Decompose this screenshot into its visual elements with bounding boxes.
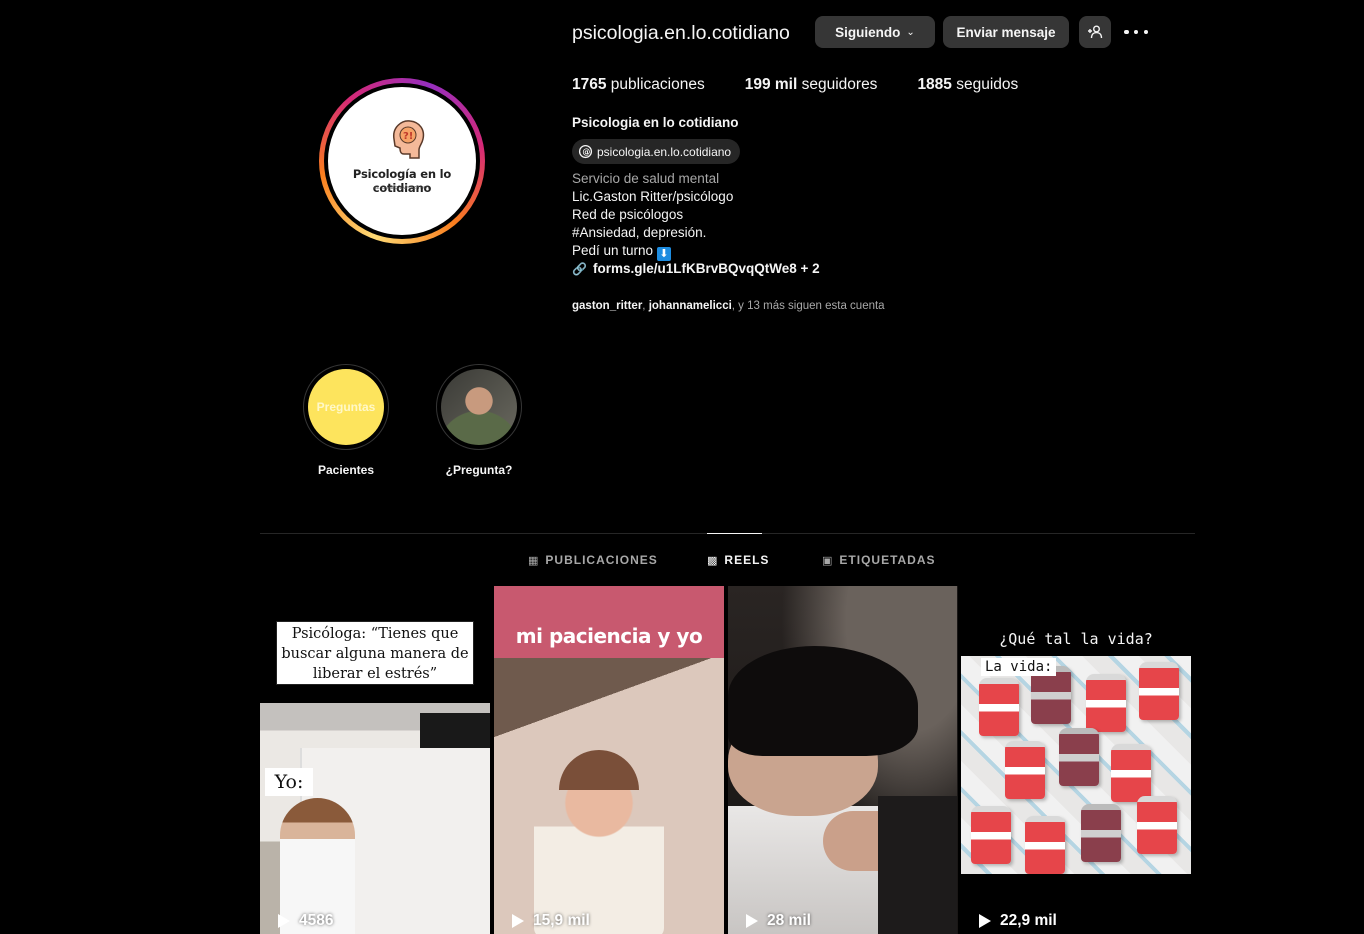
tab-label: ETIQUETADAS	[839, 553, 936, 567]
profile-stats: 1765 publicaciones 199 mil seguidores 18…	[572, 76, 1058, 94]
highlight-ring	[436, 364, 522, 450]
reel-view-count: 28 mil	[746, 912, 811, 930]
threads-icon: @	[578, 144, 593, 159]
suggest-people-button[interactable]	[1079, 16, 1111, 48]
tab-label: PUBLICACIONES	[545, 553, 658, 567]
play-icon	[746, 914, 758, 928]
posts-count: 1765	[572, 76, 607, 93]
highlight-cover: Preguntas	[308, 369, 384, 445]
highlight-pacientes[interactable]: Preguntas Pacientes	[296, 364, 396, 477]
reel-image: La vida:	[961, 656, 1191, 874]
profile-username: psicologia.en.lo.cotidiano	[572, 22, 790, 44]
profile-avatar-ring[interactable]: ?! Psicología en lo cotidiano EL CAMBIO …	[319, 78, 485, 244]
reel-caption-secondary: Yo:	[265, 768, 313, 796]
highlight-cover-photo	[441, 369, 517, 445]
reel-image	[728, 586, 957, 934]
follower-user-1[interactable]: gaston_ritter	[572, 300, 642, 312]
reel-view-count: 22,9 mil	[979, 912, 1057, 930]
bio-line: Red de psicólogos	[572, 207, 684, 222]
reel-views: 15,9 mil	[533, 912, 590, 929]
highlight-pregunta[interactable]: ¿Pregunta?	[429, 364, 529, 477]
reel-views: 4586	[299, 912, 334, 929]
reel-caption-secondary: La vida:	[981, 658, 1057, 676]
follower-user-2[interactable]: johannamelicci	[649, 300, 732, 312]
bio-line: Lic.Gaston Ritter/psicólogo	[572, 189, 734, 204]
following-stat[interactable]: 1885 seguidos	[917, 76, 1018, 94]
svg-text:@: @	[582, 148, 590, 157]
threads-badge[interactable]: @ psicologia.en.lo.cotidiano	[572, 139, 741, 164]
play-icon	[512, 914, 524, 928]
reel-views: 22,9 mil	[1000, 912, 1057, 929]
highlight-cover-text: Preguntas	[316, 400, 376, 414]
tab-label: REELS	[724, 553, 770, 567]
profile-category: Servicio de salud mental	[572, 171, 720, 186]
reel-thumbnail[interactable]: 28 mil	[728, 586, 958, 934]
threads-handle: psicologia.en.lo.cotidiano	[597, 144, 732, 159]
avatar-subtitle: EL CAMBIO EMPIEZA HOY	[373, 185, 431, 190]
chevron-down-icon: ⌄	[906, 26, 915, 38]
link-icon: 🔗	[572, 261, 587, 276]
reel-view-count: 4586	[278, 912, 333, 930]
down-arrow-emoji-icon: ⬇	[656, 247, 671, 261]
reel-thumbnail[interactable]: ¿Qué tal la vida? La vida: 22,9 mil	[961, 586, 1191, 934]
profile-avatar: ?! Psicología en lo cotidiano EL CAMBIO …	[328, 87, 476, 235]
reel-views: 28 mil	[767, 912, 811, 929]
tagged-icon: ▣	[822, 554, 834, 567]
bio-line-cta: Pedí un turno ⬇	[572, 243, 671, 261]
bio-line: #Ansiedad, depresión.	[572, 225, 707, 240]
profile-link-text[interactable]: forms.gle/u1LfKBrvBQvqQtWe8 + 2	[593, 261, 820, 276]
followers-label: seguidores	[801, 76, 878, 93]
followed-by-separator: ,	[642, 300, 646, 312]
tab-etiquetadas[interactable]: ▣ ETIQUETADAS	[822, 553, 936, 567]
brain-logo-icon: ?!	[393, 120, 425, 159]
profile-full-name: Psicologia en lo cotidiano	[572, 115, 739, 130]
reels-icon: ▩	[707, 554, 719, 567]
reel-thumbnail[interactable]: mi paciencia y yo 15,9 mil	[494, 586, 724, 934]
svg-text:?!: ?!	[403, 131, 413, 142]
highlight-ring: Preguntas	[303, 364, 389, 450]
reel-image: Yo:	[260, 703, 490, 934]
followed-by: gaston_ritter, johannamelicci, y 13 más …	[572, 300, 885, 312]
followed-by-rest: , y 13 más siguen esta cuenta	[731, 300, 885, 312]
followers-count: 199 mil	[744, 76, 798, 93]
followers-stat[interactable]: 199 mil seguidores	[745, 76, 878, 94]
following-button[interactable]: Siguiendo ⌄	[815, 16, 935, 48]
highlight-label: ¿Pregunta?	[445, 463, 513, 477]
grid-icon: ▦	[528, 554, 540, 567]
tab-publicaciones[interactable]: ▦ PUBLICACIONES	[528, 553, 658, 567]
reel-caption: Psicóloga: “Tienes que buscar alguna man…	[276, 621, 474, 685]
posts-stat[interactable]: 1765 publicaciones	[572, 76, 705, 94]
add-person-icon	[1088, 25, 1103, 39]
play-icon	[979, 914, 991, 928]
profile-link[interactable]: 🔗 forms.gle/u1LfKBrvBQvqQtWe8 + 2	[572, 261, 820, 276]
reel-caption: ¿Qué tal la vida?	[999, 630, 1153, 648]
highlight-label: Pacientes	[317, 463, 375, 477]
following-button-label: Siguiendo	[835, 24, 901, 40]
more-options-icon[interactable]	[1124, 24, 1148, 40]
avatar-title: Psicología en lo cotidiano	[352, 167, 452, 195]
play-icon	[278, 914, 290, 928]
send-message-button[interactable]: Enviar mensaje	[943, 16, 1069, 48]
posts-label: publicaciones	[610, 76, 705, 93]
bio-line: Pedí un turno	[572, 243, 654, 258]
reel-image	[494, 658, 724, 934]
following-count: 1885	[917, 76, 952, 93]
following-label: seguidos	[956, 76, 1019, 93]
tab-reels[interactable]: ▩ REELS	[707, 553, 769, 567]
reel-thumbnail[interactable]: Psicóloga: “Tienes que buscar alguna man…	[260, 586, 490, 934]
active-tab-indicator	[707, 533, 762, 534]
reel-caption: mi paciencia y yo	[515, 624, 703, 648]
reel-view-count: 15,9 mil	[512, 912, 590, 930]
